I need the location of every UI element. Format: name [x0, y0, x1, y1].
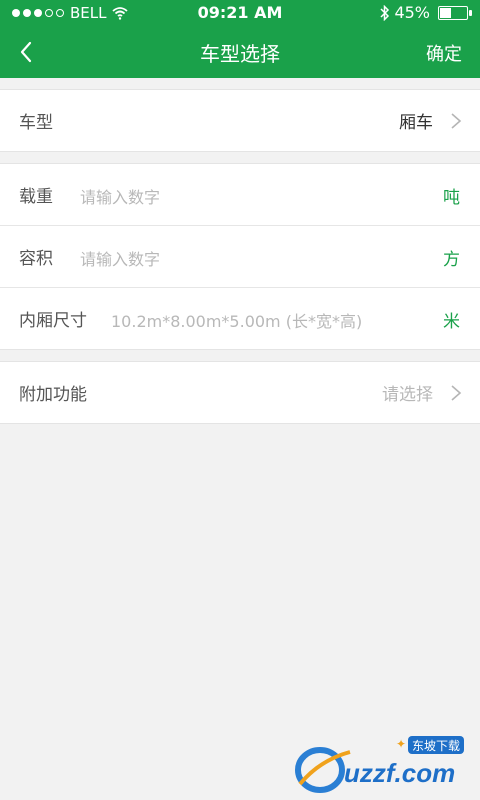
dimensions-label: 内厢尺寸 — [19, 311, 87, 331]
chevron-right-icon — [451, 113, 462, 129]
page-title: 车型选择 — [200, 42, 280, 66]
status-right: 45% — [380, 3, 472, 22]
vehicle-type-label: 车型 — [19, 113, 53, 133]
battery-fill — [440, 7, 451, 18]
battery-percent: 45% — [394, 3, 430, 22]
svg-text:uzzf.com: uzzf.com — [344, 758, 455, 788]
battery-icon — [438, 5, 472, 20]
confirm-button[interactable]: 确定 — [426, 40, 462, 66]
vehicle-type-value: 厢车 — [399, 113, 433, 133]
chevron-right-icon — [451, 385, 462, 401]
volume-row: 容积 请输入数字 方 — [0, 226, 480, 288]
load-unit: 吨 — [443, 188, 460, 208]
load-input[interactable]: 请输入数字 — [80, 184, 160, 208]
status-bar: BELL 09:21 AM 45% — [0, 0, 480, 26]
dimensions-row: 内厢尺寸 10.2m*8.00m*5.00m (长*宽*高) 米 — [0, 288, 480, 349]
volume-unit: 方 — [443, 250, 460, 270]
extras-label: 附加功能 — [19, 385, 87, 405]
extras-value: 请选择 — [382, 385, 433, 405]
svg-text:✦: ✦ — [396, 737, 406, 751]
vehicle-type-section: 车型 厢车 — [0, 89, 480, 152]
load-row: 载重 请输入数字 吨 — [0, 164, 480, 226]
volume-input[interactable]: 请输入数字 — [80, 246, 160, 270]
extras-row[interactable]: 附加功能 请选择 — [0, 362, 480, 423]
extras-section: 附加功能 请选择 — [0, 361, 480, 424]
dimensions-input[interactable]: 10.2m*8.00m*5.00m (长*宽*高) — [111, 308, 362, 332]
load-label: 载重 — [19, 187, 53, 207]
svg-text:东坡下载: 东坡下载 — [412, 739, 460, 753]
vehicle-type-row[interactable]: 车型 厢车 — [0, 90, 480, 151]
specs-section: 载重 请输入数字 吨 容积 请输入数字 方 内厢尺寸 10.2m*8.00m*5… — [0, 163, 480, 350]
volume-label: 容积 — [19, 249, 53, 269]
nav-bar: 车型选择 确定 — [0, 26, 480, 78]
dimensions-unit: 米 — [443, 312, 460, 332]
bluetooth-icon — [380, 4, 390, 21]
uzzf-watermark-logo: uzzf.com 东坡下载 ✦ — [295, 736, 464, 793]
